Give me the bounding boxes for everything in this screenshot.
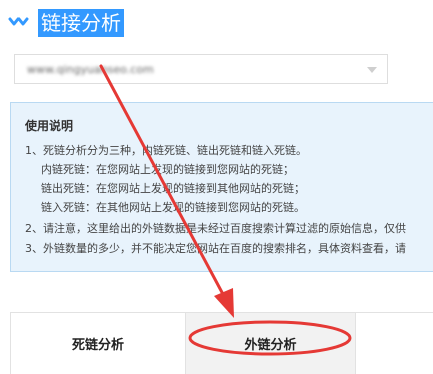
instruction-line: 链入死链：在其他网站上发现的链接到您网站的死链。 <box>41 201 305 214</box>
double-chevron-down-icon <box>8 17 29 26</box>
page-title: 链接分析 <box>38 9 124 37</box>
instruction-line: 2、请注意，这里给出的外链数据是未经过百度搜索计算过滤的原始信息，仅供 <box>25 222 406 235</box>
instruction-line: 1、死链分析分为三种，内链死链、链出死链和链入死链。 <box>25 144 307 157</box>
chevron-down-icon <box>367 67 377 73</box>
tab-external-link-analysis[interactable]: 外链分析 <box>186 312 356 374</box>
instructions-title: 使用说明 <box>25 119 74 133</box>
instruction-line: 链出死链：在您网站上发现的链接到其他网站的死链； <box>41 182 305 195</box>
site-select-value: www.qingyuanseo.com <box>27 62 154 76</box>
tab-dead-link-analysis[interactable]: 死链分析 <box>10 312 186 374</box>
page-header: 链接分析 <box>8 8 124 38</box>
usage-instructions-panel: 使用说明 1、死链分析分为三种，内链死链、链出死链和链入死链。 内链死链：在您网… <box>10 102 433 272</box>
instruction-line: 3、外链数量的多少，并不能决定您网站在百度的搜索排名，具体资料查看，请 <box>25 242 406 255</box>
site-select-dropdown[interactable]: www.qingyuanseo.com <box>14 54 388 84</box>
instruction-line: 内链死链：在您网站上发现的链接到您网站的死链； <box>41 163 294 176</box>
